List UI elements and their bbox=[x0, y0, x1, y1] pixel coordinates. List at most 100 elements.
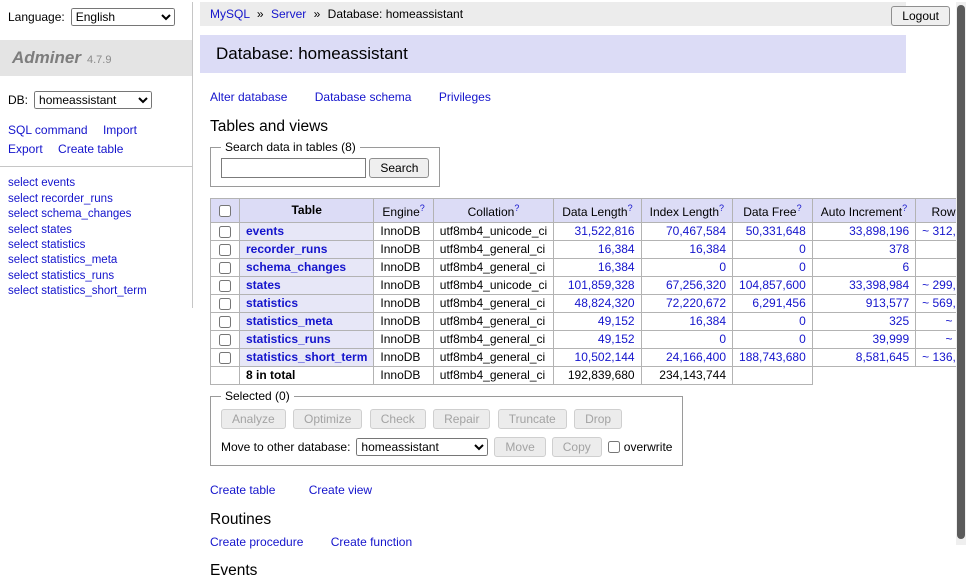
data-length-link[interactable]: 49,152 bbox=[598, 332, 635, 346]
auto-increment-link[interactable]: 33,398,984 bbox=[849, 278, 909, 292]
data-free-link[interactable]: 50,331,648 bbox=[746, 224, 806, 238]
index-length-link[interactable]: 67,256,320 bbox=[666, 278, 726, 292]
database-action-link[interactable]: Alter database bbox=[210, 90, 287, 104]
auto-increment-link[interactable]: 325 bbox=[889, 314, 909, 328]
data-free-link[interactable]: 0 bbox=[799, 260, 806, 274]
data-free-link[interactable]: 0 bbox=[799, 314, 806, 328]
create-link[interactable]: Create table bbox=[210, 483, 275, 497]
data-length-link[interactable]: 48,824,320 bbox=[575, 296, 635, 310]
sidebar-table-link[interactable]: select statistics_short_term bbox=[8, 284, 184, 299]
table-name-link[interactable]: statistics_runs bbox=[246, 332, 331, 346]
row-checkbox[interactable] bbox=[219, 316, 231, 328]
bulk-action-button[interactable]: Truncate bbox=[498, 409, 567, 429]
index-length-link[interactable]: 16,384 bbox=[689, 242, 726, 256]
table-name-link[interactable]: statistics_meta bbox=[246, 314, 333, 328]
routine-link[interactable]: Create function bbox=[331, 535, 412, 549]
sidebar-table-link[interactable]: select statistics bbox=[8, 238, 184, 253]
bulk-action-button[interactable]: Drop bbox=[574, 409, 622, 429]
db-select[interactable]: homeassistant bbox=[34, 91, 152, 109]
search-button[interactable]: Search bbox=[369, 158, 429, 178]
scrollbar[interactable] bbox=[956, 2, 966, 545]
sidebar-table-link[interactable]: select states bbox=[8, 223, 184, 238]
auto-increment-link[interactable]: 8,581,645 bbox=[856, 350, 909, 364]
database-action-link[interactable]: Privileges bbox=[439, 90, 491, 104]
data-free-link[interactable]: 188,743,680 bbox=[739, 350, 806, 364]
index-length-link[interactable]: 70,467,584 bbox=[666, 224, 726, 238]
data-free-link[interactable]: 104,857,600 bbox=[739, 278, 806, 292]
table-name-link[interactable]: schema_changes bbox=[246, 260, 346, 274]
table-name-link[interactable]: statistics bbox=[246, 296, 298, 310]
data-free-help-link[interactable]: ? bbox=[797, 203, 802, 213]
auto-increment-link[interactable]: 378 bbox=[889, 242, 909, 256]
table-row: states InnoDB utf8mb4_unicode_ci 101,859… bbox=[211, 277, 966, 295]
select-all-checkbox[interactable] bbox=[219, 205, 231, 217]
data-length-link[interactable]: 31,522,816 bbox=[575, 224, 635, 238]
auto-increment-link[interactable]: 913,577 bbox=[866, 296, 909, 310]
routine-link[interactable]: Create procedure bbox=[210, 535, 303, 549]
sidebar-table-link[interactable]: select events bbox=[8, 176, 184, 191]
index-length-link[interactable]: 0 bbox=[719, 260, 726, 274]
row-checkbox[interactable] bbox=[219, 226, 231, 238]
database-action-links: Alter database Database schema Privilege… bbox=[210, 90, 896, 104]
auto-increment-help-link[interactable]: ? bbox=[902, 203, 907, 213]
row-checkbox[interactable] bbox=[219, 352, 231, 364]
data-length-link[interactable]: 16,384 bbox=[598, 260, 635, 274]
row-checkbox-cell bbox=[211, 349, 240, 367]
sidebar-table-link[interactable]: select statistics_runs bbox=[8, 269, 184, 284]
totals-row: 8 in total InnoDB utf8mb4_general_ci 192… bbox=[211, 367, 966, 385]
data-length-help-link[interactable]: ? bbox=[628, 203, 633, 213]
bulk-action-button[interactable]: Optimize bbox=[293, 409, 362, 429]
data-free-link[interactable]: 0 bbox=[799, 242, 806, 256]
copy-button[interactable]: Copy bbox=[552, 437, 602, 457]
data-free-link[interactable]: 6,291,456 bbox=[752, 296, 805, 310]
index-length-link[interactable]: 24,166,400 bbox=[666, 350, 726, 364]
language-select[interactable]: English bbox=[71, 8, 175, 26]
row-checkbox[interactable] bbox=[219, 262, 231, 274]
table-name-link[interactable]: statistics_short_term bbox=[246, 350, 367, 364]
data-free-cell: 6,291,456 bbox=[733, 295, 813, 313]
sidebar-table-link[interactable]: select statistics_meta bbox=[8, 253, 184, 268]
breadcrumb-server-link[interactable]: Server bbox=[271, 7, 306, 21]
sidebar-table-link[interactable]: select schema_changes bbox=[8, 207, 184, 222]
data-free-link[interactable]: 0 bbox=[799, 332, 806, 346]
row-checkbox[interactable] bbox=[219, 298, 231, 310]
move-db-select[interactable]: homeassistant bbox=[356, 438, 488, 456]
data-length-link[interactable]: 101,859,328 bbox=[568, 278, 635, 292]
sidebar-action-link[interactable]: Import bbox=[103, 123, 137, 137]
auto-increment-link[interactable]: 39,999 bbox=[872, 332, 909, 346]
auto-increment-link[interactable]: 6 bbox=[902, 260, 909, 274]
bulk-action-button[interactable]: Analyze bbox=[221, 409, 286, 429]
table-name-link[interactable]: events bbox=[246, 224, 284, 238]
overwrite-checkbox[interactable] bbox=[608, 441, 620, 453]
sidebar-action-link[interactable]: Create table bbox=[58, 142, 123, 156]
scrollbar-thumb[interactable] bbox=[957, 5, 965, 539]
collation-help-link[interactable]: ? bbox=[514, 203, 519, 213]
logout-button[interactable]: Logout bbox=[891, 6, 950, 26]
bulk-action-button[interactable]: Check bbox=[370, 409, 426, 429]
row-checkbox[interactable] bbox=[219, 244, 231, 256]
index-length-help-link[interactable]: ? bbox=[719, 203, 724, 213]
data-length-link[interactable]: 16,384 bbox=[598, 242, 635, 256]
create-link[interactable]: Create view bbox=[309, 483, 372, 497]
sidebar-action-link[interactable]: Export bbox=[8, 142, 43, 156]
bulk-action-button[interactable]: Repair bbox=[433, 409, 490, 429]
auto-increment-link[interactable]: 33,898,196 bbox=[849, 224, 909, 238]
index-length-link[interactable]: 0 bbox=[719, 332, 726, 346]
table-name-link[interactable]: states bbox=[246, 278, 281, 292]
move-button[interactable]: Move bbox=[494, 437, 545, 457]
sidebar-action-link[interactable]: SQL command bbox=[8, 123, 88, 137]
sidebar-table-link[interactable]: select recorder_runs bbox=[8, 192, 184, 207]
index-length-link[interactable]: 16,384 bbox=[689, 314, 726, 328]
breadcrumb-mysql-link[interactable]: MySQL bbox=[210, 7, 250, 21]
table-name-link[interactable]: recorder_runs bbox=[246, 242, 327, 256]
overwrite-text: overwrite bbox=[624, 440, 673, 454]
data-length-link[interactable]: 49,152 bbox=[598, 314, 635, 328]
search-input[interactable] bbox=[221, 158, 366, 178]
index-length-link[interactable]: 72,220,672 bbox=[666, 296, 726, 310]
row-checkbox[interactable] bbox=[219, 280, 231, 292]
data-length-link[interactable]: 10,502,144 bbox=[575, 350, 635, 364]
row-checkbox[interactable] bbox=[219, 334, 231, 346]
routine-links: Create procedure Create function bbox=[210, 535, 896, 549]
database-action-link[interactable]: Database schema bbox=[315, 90, 412, 104]
engine-help-link[interactable]: ? bbox=[420, 203, 425, 213]
